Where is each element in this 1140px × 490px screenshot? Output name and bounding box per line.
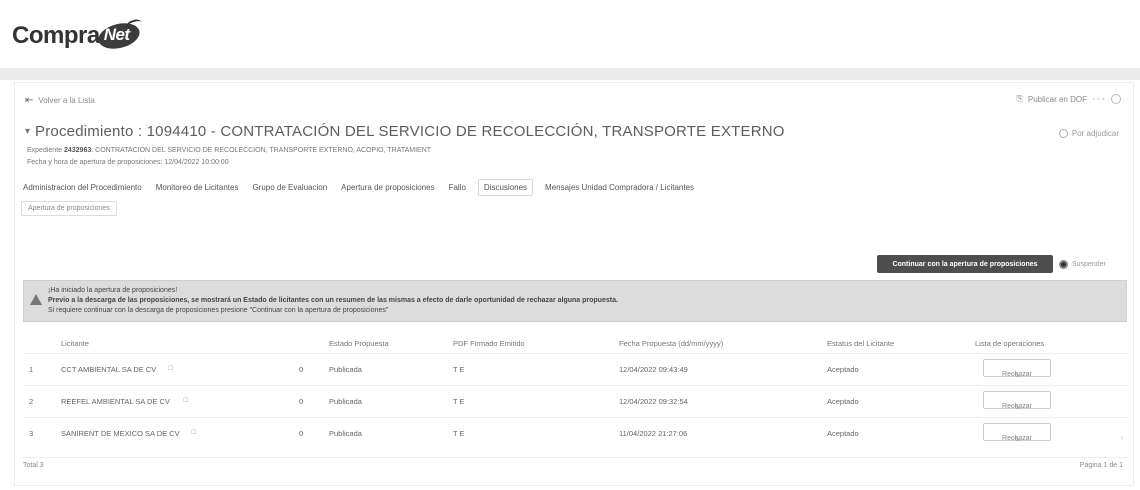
apertura-alert: ¡Ha iniciado la apertura de proposicione… [23,280,1127,322]
main-panel: ⇤ Volver a la Lista ⎘ Publicar en DOF ··… [14,82,1134,486]
tab-administracion[interactable]: Administracion del Procedimiento [21,179,144,196]
tab-fallo[interactable]: Fallo [447,179,468,196]
table-row: 2 REEFEL AMBIENTAL SA DE CV ☐ 0 Publicad… [23,385,1127,415]
external-link-icon[interactable]: ☐ [168,365,173,372]
apertura-date: Fecha y hora de apertura de proposicione… [27,159,229,166]
warning-icon [30,294,42,305]
collapse-chevron-icon[interactable]: ▾ [25,126,30,137]
help-circle-icon[interactable] [1111,94,1121,104]
alert-line-2: Previo a la descarga de las proposicione… [48,297,618,304]
procedure-title: Procedimiento : 1094410 - CONTRATACIÓN D… [35,123,785,140]
reject-button[interactable]: ✎ Rechazar [983,423,1051,444]
subtab-apertura[interactable]: Apertura de proposiciones [21,201,117,216]
procedure-tabs: Administracion del Procedimiento Monitor… [21,179,696,196]
alert-line-3: Si requiere continuar con la descarga de… [48,307,389,314]
compranet-logo[interactable]: Compra Net [12,17,143,53]
col-estado: Estado Propuesta [329,339,389,348]
suspend-label: Suspender [1072,260,1106,268]
continue-apertura-button[interactable]: Continuar con la apertura de proposicion… [877,255,1053,273]
logo-bar: Compra Net [0,0,1140,68]
external-link-icon[interactable]: ☐ [183,397,188,404]
back-link-label: Volver a la Lista [38,96,95,105]
tab-monitoreo[interactable]: Monitoreo de Licitantes [154,179,241,196]
table-footer: Total 3 Página 1 de 1 [23,457,1127,471]
procedure-status: Por adjudicar [1058,129,1119,138]
expediente-number: 2432963 [63,147,92,154]
suspend-button[interactable]: Suspender [1059,255,1123,273]
clock-icon [1058,129,1068,138]
tab-apertura[interactable]: Apertura de proposiciones [339,179,436,196]
more-options-icon[interactable]: ··· [1092,93,1106,105]
procedure-status-label: Por adjudicar [1071,129,1119,138]
tab-discusiones[interactable]: Discusiones [477,179,534,196]
col-pdf: PDF Firmado Emitido [453,339,525,348]
licitante-name[interactable]: SANIRENT DE MEXICO SA DE CV [61,429,180,438]
top-strip [0,68,1140,80]
col-estatus: Estatus del Licitante [827,339,895,348]
licitante-name[interactable]: REEFEL AMBIENTAL SA DE CV [61,397,170,406]
back-arrow-icon: ⇤ [25,95,34,106]
alert-line-1: ¡Ha iniciado la apertura de proposicione… [48,287,178,294]
pagination-label: Página 1 de 1 [1079,462,1123,469]
table-header: Licitante Estado Propuesta PDF Firmado E… [23,337,1127,351]
table-row: 1 CCT AMBIENTAL SA DE CV ☐ 0 Publicada T… [23,353,1127,383]
total-count: Total 3 [23,462,44,469]
col-licitante: Licitante [61,339,89,348]
tab-mensajes[interactable]: Mensajes Unidad Compradora / Licitantes [543,179,696,196]
publish-label: Publicar en DOF [1027,94,1087,104]
expediente-line: Expediente 2432963: CONTRATACION DEL SER… [27,147,432,154]
logo-compra-text: Compra [12,22,100,49]
reject-button[interactable]: ✎ Rechazar [983,391,1051,412]
licitante-name[interactable]: CCT AMBIENTAL SA DE CV [61,365,156,374]
publish-icon: ⎘ [1016,94,1023,103]
logo-net-badge: Net [95,17,143,53]
back-link[interactable]: ⇤ Volver a la Lista [25,95,95,106]
col-ops: Lista de operaciones [975,339,1045,348]
procedure-title-row: ▾ Procedimiento : 1094410 - CONTRATACIÓN… [25,123,785,140]
suspend-icon [1059,259,1068,269]
col-fecha: Fecha Propuesta (dd/mm/yyyy) [619,339,724,348]
tab-grupo-evaluacion[interactable]: Grupo de Evaluacion [250,179,329,196]
table-row: 3 SANIRENT DE MEXICO SA DE CV ☐ 0 Public… [23,417,1127,447]
external-link-icon[interactable]: ☐ [191,429,196,436]
reject-button[interactable]: ✎ Rechazar [983,359,1051,380]
publish-dof-link[interactable]: ⎘ Publicar en DOF ··· [1016,93,1121,105]
row-scroll-arrow-icon[interactable]: › [1121,435,1123,442]
